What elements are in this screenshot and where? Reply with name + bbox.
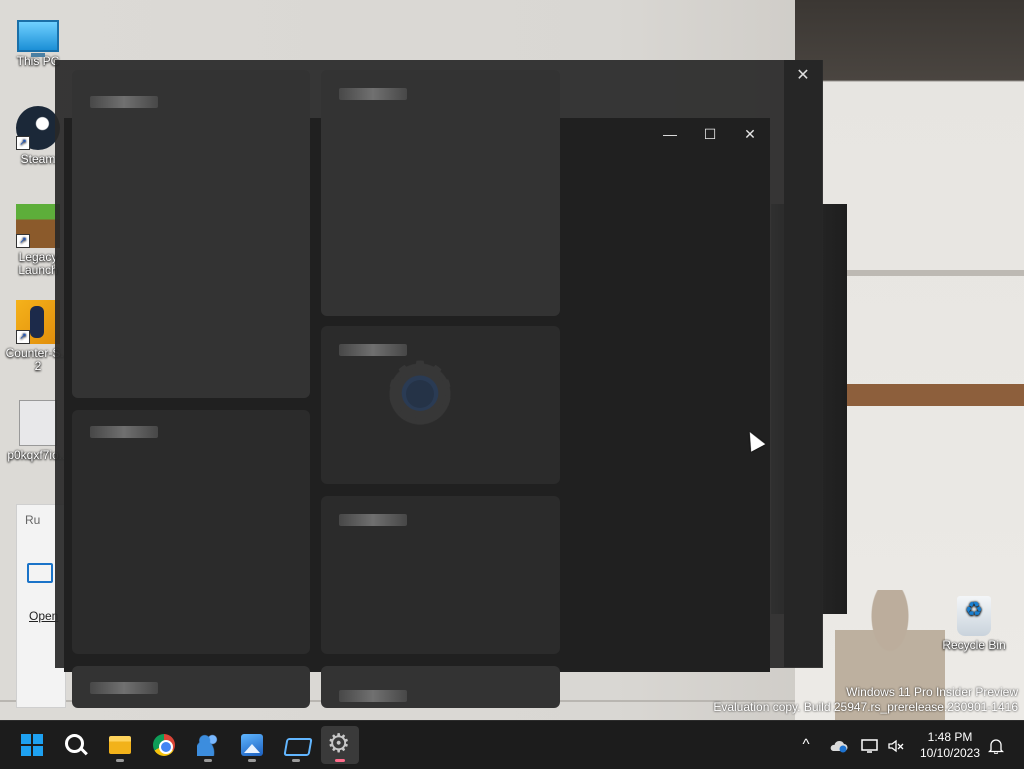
skeleton-card [72, 70, 310, 398]
taskbar: ^ 1:48 PM 10/10/2023 [0, 720, 1024, 769]
computer-icon [17, 20, 59, 57]
running-indicator [204, 759, 212, 762]
taskbar-remote-desktop[interactable] [277, 726, 315, 764]
skeleton-bar [339, 514, 407, 526]
running-indicator [116, 759, 124, 762]
evaluation-watermark: Windows 11 Pro Insider Preview Evaluatio… [713, 685, 1018, 715]
network-icon[interactable] [858, 721, 882, 769]
watermark-line-2: Evaluation copy. Build 25947.rs_prerelea… [713, 700, 1018, 714]
skeleton-bar [339, 690, 407, 702]
search-icon [65, 734, 84, 753]
folder-icon [109, 736, 131, 754]
skeleton-bar [90, 96, 158, 108]
speaker-icon [888, 739, 904, 753]
minecraft-icon: ↗ [16, 204, 60, 248]
system-clock[interactable]: 1:48 PM 10/10/2023 [912, 729, 988, 761]
desktop-icon-label: Steam [20, 152, 56, 166]
skeleton-card [72, 410, 310, 654]
clock-time: 1:48 PM [927, 730, 973, 744]
skeleton-card [321, 666, 560, 708]
people-icon [197, 734, 219, 756]
run-dialog-title: Ru [25, 513, 41, 527]
cloud-icon [830, 740, 848, 753]
steam-icon: ↗ [16, 106, 60, 150]
run-open-label: Open [29, 609, 59, 623]
skeleton-bar [339, 88, 407, 100]
gear-icon [327, 728, 351, 759]
run-icon [27, 563, 53, 583]
taskbar-settings[interactable] [321, 726, 359, 764]
taskbar-people[interactable] [189, 726, 227, 764]
taskbar-chrome[interactable] [145, 726, 183, 764]
bell-icon [987, 739, 1005, 755]
remote-desktop-icon [283, 738, 313, 756]
maximize-button[interactable]: ☐ [690, 122, 730, 146]
skeleton-bar [90, 682, 158, 694]
recycle-bin-icon [957, 596, 991, 636]
skeleton-bar [90, 426, 158, 438]
show-hidden-icons-chevron-icon[interactable]: ^ [794, 721, 818, 769]
file-icon [19, 400, 57, 446]
wallpaper-detail [845, 384, 1024, 406]
background-window-edge [784, 60, 822, 667]
settings-gear-icon [378, 346, 462, 442]
skeleton-card [321, 496, 560, 654]
search-button[interactable] [57, 726, 95, 764]
running-indicator [248, 759, 256, 762]
taskbar-photos[interactable] [233, 726, 271, 764]
start-button[interactable] [13, 726, 51, 764]
volume-muted-icon[interactable] [884, 721, 908, 769]
watermark-line-1: Windows 11 Pro Insider Preview [846, 685, 1018, 699]
onedrive-icon[interactable] [826, 721, 850, 769]
minimize-button[interactable]: — [650, 122, 690, 146]
close-button[interactable]: ✕ [730, 122, 770, 146]
running-indicator [292, 759, 300, 762]
windows-logo-icon [21, 734, 43, 756]
clock-date: 10/10/2023 [919, 746, 981, 760]
skeleton-card [321, 70, 560, 316]
desktop-icon-label: Legacy Launch [18, 250, 58, 277]
skeleton-card [72, 666, 310, 708]
taskbar-file-explorer[interactable] [101, 726, 139, 764]
monitor-icon [861, 739, 878, 753]
photos-icon [241, 734, 263, 756]
active-indicator [335, 759, 345, 762]
desktop-icon-recycle-bin[interactable]: Recycle Bin [938, 596, 1010, 652]
counter-strike-icon: ↗ [16, 300, 60, 344]
close-icon[interactable]: ✕ [785, 62, 821, 90]
notifications-button[interactable] [984, 721, 1008, 769]
desktop-icon-label: Recycle Bin [942, 638, 1006, 652]
chrome-icon [153, 734, 175, 756]
